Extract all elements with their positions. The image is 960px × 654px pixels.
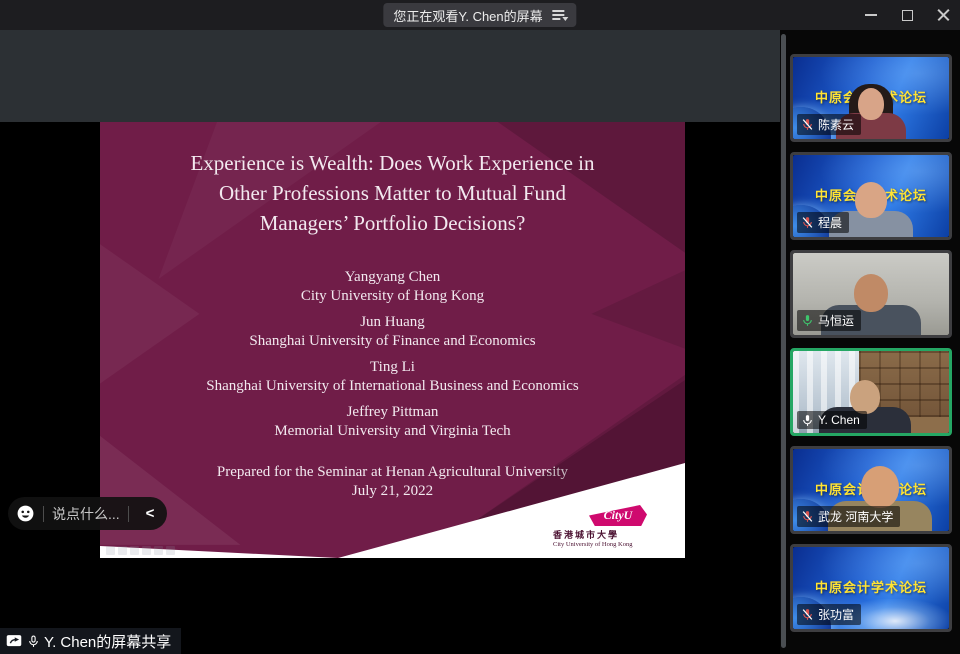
author-name: Ting Li bbox=[100, 358, 685, 377]
window-controls bbox=[864, 0, 950, 30]
mic-on-icon[interactable] bbox=[801, 314, 814, 327]
meeting-window: 您正在观看Y. Chen的屏幕 Experience is Wealth: Do… bbox=[0, 0, 960, 654]
close-icon bbox=[937, 9, 950, 22]
close-button[interactable] bbox=[936, 8, 950, 22]
participant-video: 中原会计学术论坛 武龙 河南大学 bbox=[793, 449, 949, 531]
cityu-wordmark: CityU bbox=[604, 508, 633, 523]
participant-tile-active-speaker[interactable]: Y. Chen bbox=[790, 348, 952, 436]
slide-footer: Prepared for the Seminar at Henan Agricu… bbox=[100, 463, 685, 501]
menu-icon[interactable] bbox=[553, 10, 567, 20]
chat-input-placeholder[interactable]: 说点什么... bbox=[52, 504, 120, 524]
participant-name-tag: 马恒运 bbox=[797, 310, 861, 331]
mic-muted-icon[interactable] bbox=[801, 510, 814, 523]
person-head bbox=[855, 182, 887, 218]
author-block: Ting Li Shanghai University of Internati… bbox=[100, 358, 685, 396]
participant-video: Y. Chen bbox=[793, 351, 949, 433]
virtual-background-banner: 中原会计学术论坛 bbox=[793, 577, 949, 596]
participant-name: 陈素云 bbox=[818, 116, 854, 133]
participant-name-tag: 陈素云 bbox=[797, 114, 861, 135]
author-block: Yangyang Chen City University of Hong Ko… bbox=[100, 268, 685, 306]
author-name: Yangyang Chen bbox=[100, 268, 685, 287]
participant-tile[interactable]: 马恒运 bbox=[790, 250, 952, 338]
author-affiliation: Shanghai University of Finance and Econo… bbox=[100, 332, 685, 351]
participant-tile[interactable]: 中原会计学术论坛 陈素云 bbox=[790, 54, 952, 142]
cityu-logo-english: City University of Hong Kong bbox=[553, 541, 665, 548]
participant-name-tag: Y. Chen bbox=[797, 411, 867, 429]
cityu-logo-flag: CityU bbox=[589, 505, 647, 526]
author-affiliation: City University of Hong Kong bbox=[100, 287, 685, 306]
slide-title-line: Other Professions Matter to Mutual Fund bbox=[155, 178, 630, 208]
participant-video: 中原会计学术论坛 程晨 bbox=[793, 155, 949, 237]
chat-quick-bar[interactable]: 说点什么... < bbox=[8, 497, 167, 530]
mic-on-icon[interactable] bbox=[801, 414, 814, 427]
cityu-logo: CityU 香港城市大學 City University of Hong Kon… bbox=[553, 505, 665, 548]
screen-share-icon bbox=[5, 633, 23, 649]
screen-share-banner: Y. Chen的屏幕共享 bbox=[0, 628, 181, 654]
author-block: Jeffrey Pittman Memorial University and … bbox=[100, 403, 685, 441]
participant-video: 中原会计学术论坛 陈素云 bbox=[793, 57, 949, 139]
participant-name-tag: 张功富 bbox=[797, 604, 861, 625]
person-head bbox=[858, 88, 884, 120]
participant-name: Y. Chen bbox=[818, 413, 860, 427]
mic-muted-icon[interactable] bbox=[801, 118, 814, 131]
participant-name: 程晨 bbox=[818, 214, 842, 231]
presentation-slide: Experience is Wealth: Does Work Experien… bbox=[100, 122, 685, 558]
slide-title-line: Managers’ Portfolio Decisions? bbox=[155, 208, 630, 238]
watching-screen-label: 您正在观看Y. Chen的屏幕 bbox=[393, 6, 542, 25]
participant-video: 马恒运 bbox=[793, 253, 949, 335]
mic-muted-icon[interactable] bbox=[801, 216, 814, 229]
author-name: Jeffrey Pittman bbox=[100, 403, 685, 422]
author-affiliation: Memorial University and Virginia Tech bbox=[100, 422, 685, 441]
participant-name-tag: 程晨 bbox=[797, 212, 849, 233]
participants-sidebar: 中原会计学术论坛 陈素云 bbox=[780, 30, 960, 654]
watching-screen-badge[interactable]: 您正在观看Y. Chen的屏幕 bbox=[383, 3, 576, 27]
person-head bbox=[861, 466, 899, 508]
cityu-logo-chinese: 香港城市大學 bbox=[553, 528, 665, 541]
author-name: Jun Huang bbox=[100, 313, 685, 332]
minimize-button[interactable] bbox=[864, 8, 878, 22]
slide-title: Experience is Wealth: Does Work Experien… bbox=[155, 148, 630, 238]
participant-name: 马恒运 bbox=[818, 312, 854, 329]
participant-tile[interactable]: 中原会计学术论坛 张功富 bbox=[790, 544, 952, 632]
shared-screen-top-band bbox=[0, 30, 780, 122]
divider bbox=[43, 506, 44, 522]
emoji-icon[interactable] bbox=[16, 504, 35, 523]
participant-name-tag: 武龙 河南大学 bbox=[797, 506, 900, 527]
person-head bbox=[854, 274, 888, 312]
person-head bbox=[850, 380, 880, 414]
chat-collapse-button[interactable]: < bbox=[137, 505, 164, 522]
titlebar: 您正在观看Y. Chen的屏幕 bbox=[0, 0, 960, 30]
slide-title-line: Experience is Wealth: Does Work Experien… bbox=[155, 148, 630, 178]
slide-footer-line: July 21, 2022 bbox=[100, 482, 685, 501]
participant-name: 武龙 河南大学 bbox=[818, 508, 893, 525]
sidebar-scrollbar[interactable] bbox=[781, 34, 786, 648]
author-affiliation: Shanghai University of International Bus… bbox=[100, 377, 685, 396]
maximize-button[interactable] bbox=[900, 8, 914, 22]
screen-share-banner-label: Y. Chen的屏幕共享 bbox=[44, 631, 171, 652]
participant-tile[interactable]: 中原会计学术论坛 武龙 河南大学 bbox=[790, 446, 952, 534]
participant-tile[interactable]: 中原会计学术论坛 程晨 bbox=[790, 152, 952, 240]
participant-video: 中原会计学术论坛 张功富 bbox=[793, 547, 949, 629]
divider bbox=[128, 506, 129, 522]
author-block: Jun Huang Shanghai University of Finance… bbox=[100, 313, 685, 351]
maximize-icon bbox=[902, 10, 913, 21]
participant-name: 张功富 bbox=[818, 606, 854, 623]
shared-screen-area: Experience is Wealth: Does Work Experien… bbox=[0, 30, 780, 654]
mic-muted-icon[interactable] bbox=[801, 608, 814, 621]
slide-footer-line: Prepared for the Seminar at Henan Agricu… bbox=[100, 463, 685, 482]
mic-icon bbox=[27, 635, 40, 648]
minimize-icon bbox=[865, 14, 877, 16]
watermark bbox=[106, 546, 175, 555]
